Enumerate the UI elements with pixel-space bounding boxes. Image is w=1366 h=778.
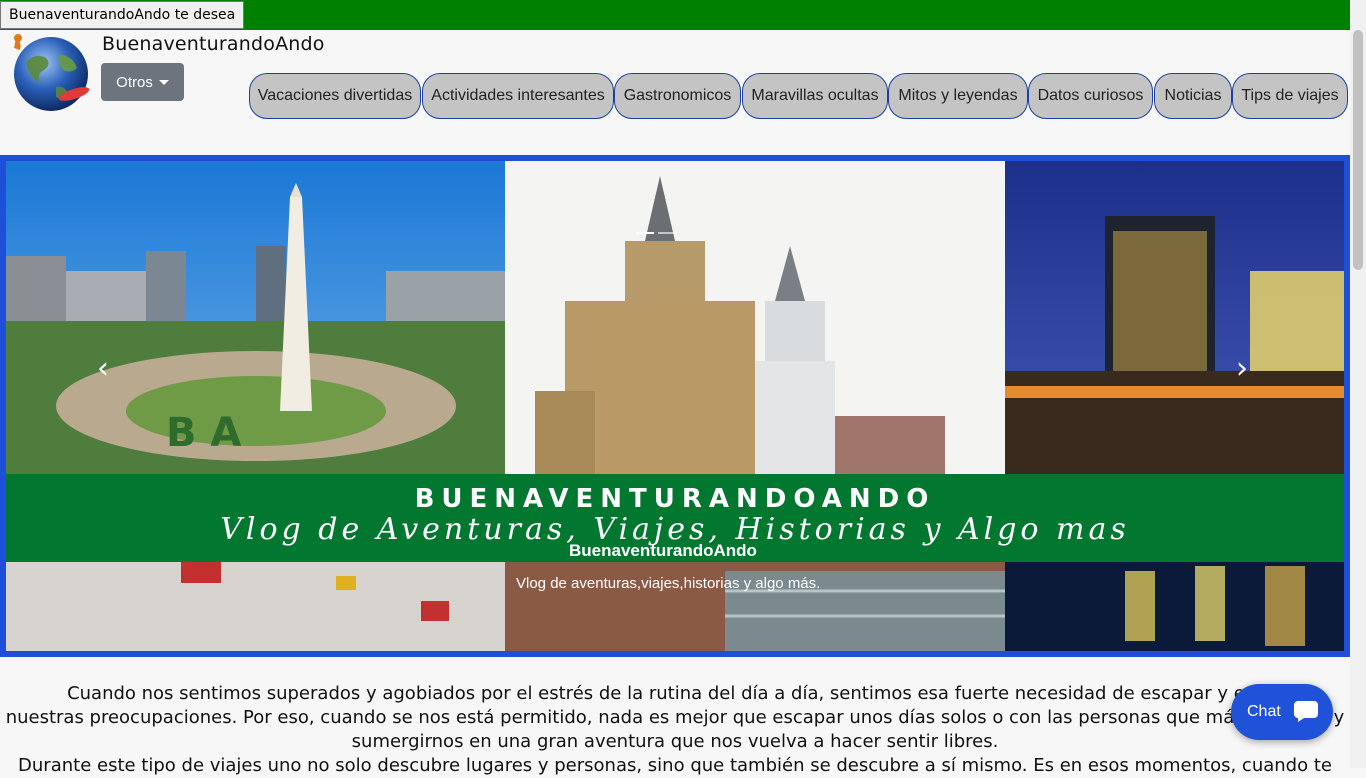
site-title[interactable]: BuenaventurandoAndo (102, 33, 325, 55)
nav-vacaciones-divertidas[interactable]: Vacaciones divertidas (249, 73, 421, 119)
nav-tips-de-viajes[interactable]: Tips de viajes (1232, 73, 1348, 119)
intro-line: sumergirnos en una gran aventura que nos… (351, 731, 999, 752)
obelisk-photo: B A (6, 161, 505, 651)
caret-down-icon (158, 79, 169, 85)
otros-label: Otros (116, 73, 153, 91)
chat-label: Chat (1247, 703, 1281, 720)
scrollbar-thumb[interactable] (1353, 30, 1363, 270)
nav-datos-curiosos[interactable]: Datos curiosos (1028, 73, 1153, 119)
carousel-prev-button[interactable]: ‹ (97, 351, 109, 386)
marquee-banner[interactable]: BuenaventurandoAndo te desea (0, 1, 245, 29)
banner-title: BUENAVENTURANDOANDO (414, 484, 936, 514)
chevron-left-icon: ‹ (97, 351, 109, 386)
carousel-indicator[interactable] (658, 232, 676, 234)
hero-carousel: B A ‹ › BUENAVENTURANDOANDO Vlog de Aven… (0, 155, 1350, 657)
chat-button[interactable]: Chat (1231, 684, 1333, 740)
nav-gastronomicos[interactable]: Gastronomicos (614, 73, 741, 119)
carousel-indicator[interactable] (636, 232, 654, 234)
carousel-caption-text: Vlog de aventuras,viajes,historias y alg… (516, 575, 821, 592)
carousel-caption-title: BuenaventurandoAndo (569, 541, 757, 560)
site-logo[interactable] (4, 32, 102, 124)
nav-noticias[interactable]: Noticias (1154, 73, 1232, 119)
carousel-indicators (636, 232, 676, 234)
intro-line: Durante este tipo de viajes uno no solo … (18, 755, 1332, 776)
nav-mitos-y-leyendas[interactable]: Mitos y leyendas (888, 73, 1028, 119)
intro-line: Cuando nos sentimos superados y agobiado… (67, 683, 1283, 704)
page-scrollbar[interactable] (1350, 0, 1366, 768)
svg-text:B A: B A (166, 410, 241, 456)
chat-bubble-icon (1293, 700, 1319, 722)
chevron-right-icon: › (1236, 351, 1248, 386)
intro-line: nuestras preocupaciones. Por eso, cuando… (5, 707, 1345, 728)
nav-actividades-interesantes[interactable]: Actividades interesantes (422, 73, 614, 119)
otros-dropdown-button[interactable]: Otros (101, 63, 184, 101)
night-city-photo (1005, 161, 1344, 651)
carousel-next-button[interactable]: › (1236, 351, 1248, 386)
intro-text: Cuando nos sentimos superados y agobiado… (0, 682, 1350, 778)
nav-maravillas-ocultas[interactable]: Maravillas ocultas (742, 73, 888, 119)
